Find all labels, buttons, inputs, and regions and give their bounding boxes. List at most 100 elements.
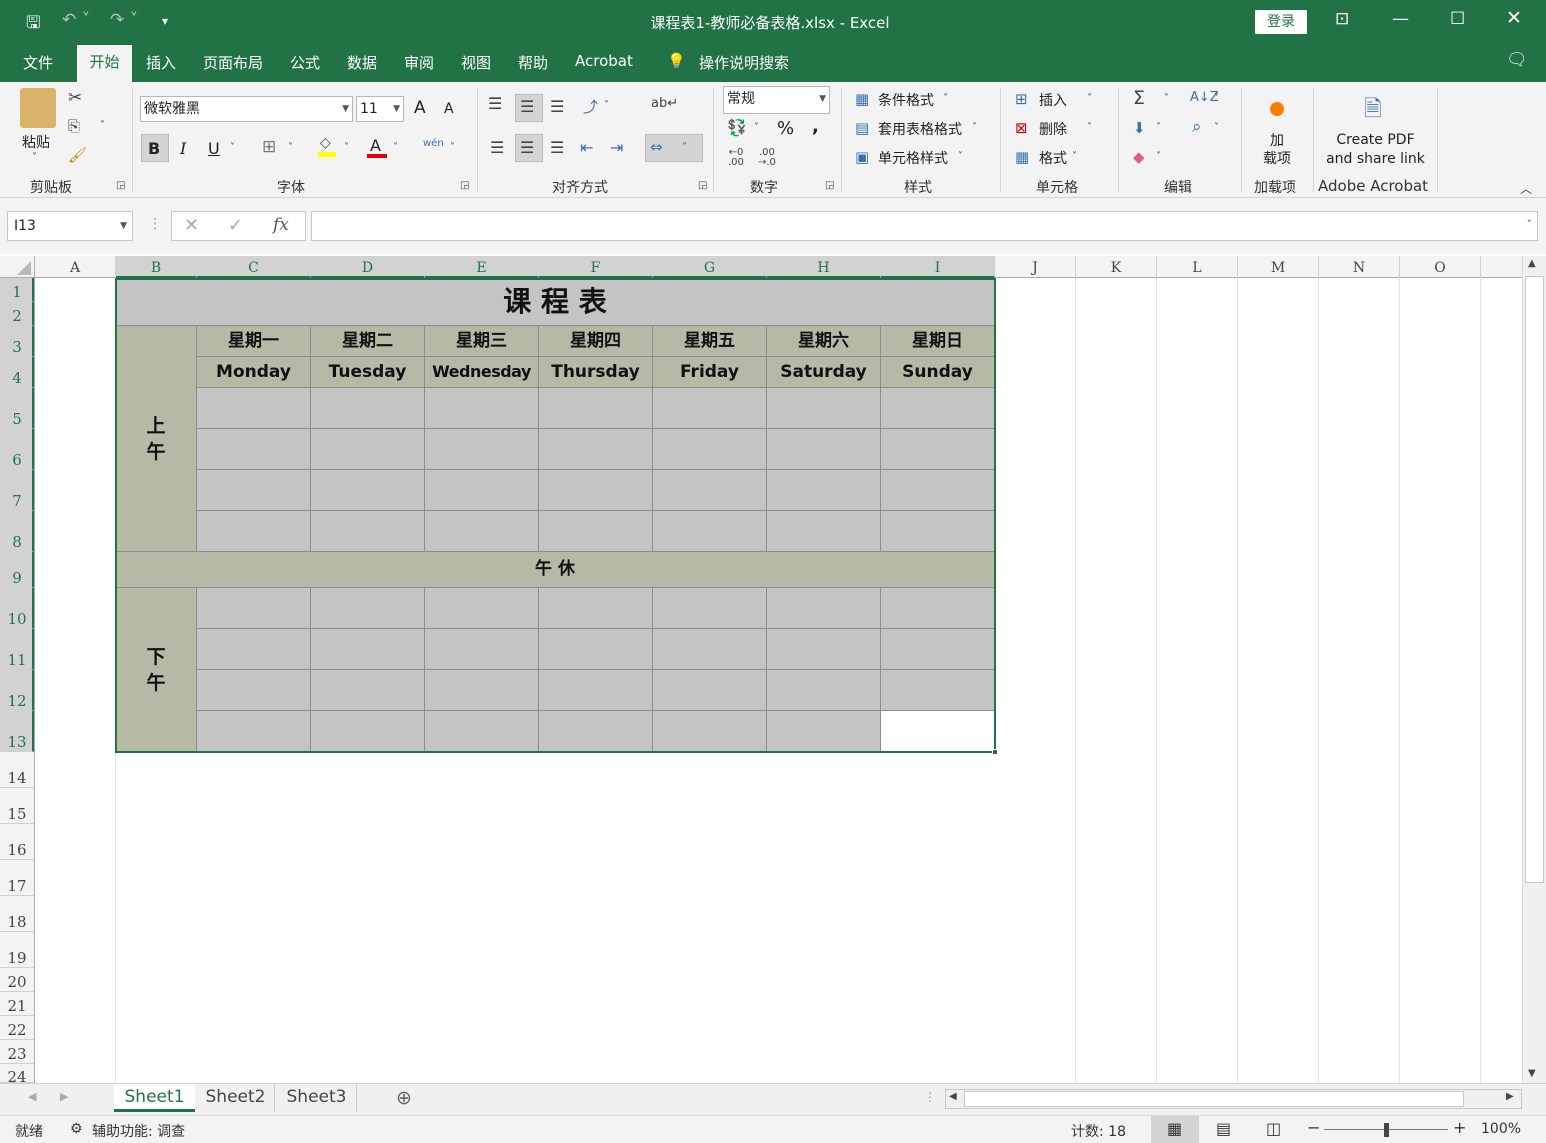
schedule-slot[interactable]: [425, 511, 539, 552]
normal-view-button[interactable]: ▦: [1151, 1116, 1199, 1143]
delete-cells-button[interactable]: 删除: [1039, 119, 1067, 139]
percent-icon[interactable]: %: [777, 118, 794, 139]
column-header-m[interactable]: M: [1238, 256, 1319, 278]
tell-me-search[interactable]: 操作说明搜索: [699, 52, 789, 73]
find-dropdown-icon[interactable]: ˅: [1214, 122, 1219, 133]
schedule-slot[interactable]: [539, 470, 653, 511]
zoom-slider-thumb[interactable]: [1384, 1123, 1389, 1137]
minimize-icon[interactable]: —: [1392, 9, 1409, 29]
column-header-l[interactable]: L: [1157, 256, 1238, 278]
schedule-slot[interactable]: [653, 588, 767, 629]
scroll-up-icon[interactable]: ▲: [1528, 258, 1536, 269]
format-painter-icon[interactable]: 🖌: [68, 146, 87, 164]
fill-icon[interactable]: ⬇: [1133, 119, 1146, 137]
number-launcher-icon[interactable]: ◲: [825, 180, 834, 191]
day-header-en[interactable]: Saturday: [767, 357, 881, 388]
schedule-slot[interactable]: [197, 429, 311, 470]
schedule-slot[interactable]: [197, 588, 311, 629]
format-cells-icon[interactable]: ▦: [1015, 148, 1029, 166]
accounting-dropdown-icon[interactable]: ˅: [754, 122, 759, 133]
sheet-tab-sheet1[interactable]: Sheet1: [114, 1084, 195, 1112]
next-sheet-icon[interactable]: ▶: [60, 1090, 68, 1103]
schedule-slot[interactable]: [197, 470, 311, 511]
row-header[interactable]: 14: [0, 752, 34, 788]
row-header[interactable]: 17: [0, 860, 34, 896]
schedule-slot[interactable]: [197, 711, 311, 752]
row-header[interactable]: 2: [0, 302, 34, 326]
increase-decimal-icon[interactable]: ←0.00: [728, 148, 744, 168]
column-header-f[interactable]: F: [539, 256, 653, 278]
schedule-slot[interactable]: [539, 588, 653, 629]
row-header[interactable]: 11: [0, 629, 34, 670]
row-header[interactable]: 10: [0, 588, 34, 629]
create-pdf-line1[interactable]: Create PDF: [1318, 132, 1433, 148]
tab-insert[interactable]: 插入: [146, 52, 176, 73]
vertical-scrollbar[interactable]: ▲ ▼: [1522, 256, 1546, 1083]
zoom-out-icon[interactable]: −: [1307, 1118, 1320, 1137]
phonetic-icon[interactable]: wén: [423, 138, 444, 149]
row-header[interactable]: 6: [0, 429, 34, 470]
accessibility-status[interactable]: 辅助功能: 调查: [92, 1121, 185, 1141]
sheet-tab-sheet3[interactable]: Sheet3: [277, 1084, 357, 1112]
schedule-slot[interactable]: [881, 711, 995, 752]
row-header[interactable]: 9: [0, 552, 34, 588]
clipboard-launcher-icon[interactable]: ◲: [116, 180, 125, 191]
column-header-g[interactable]: G: [653, 256, 767, 278]
schedule-slot[interactable]: [653, 511, 767, 552]
select-all-button[interactable]: [0, 256, 35, 278]
decrease-indent-icon[interactable]: ⇤: [580, 138, 593, 157]
schedule-slot[interactable]: [539, 388, 653, 429]
schedule-slot[interactable]: [653, 629, 767, 670]
copy-dropdown-icon[interactable]: ˅: [100, 120, 105, 131]
schedule-slot[interactable]: [539, 711, 653, 752]
conditional-format-icon[interactable]: ▦: [855, 90, 869, 108]
schedule-title[interactable]: 课 程 表: [116, 278, 995, 326]
undo-icon[interactable]: ↶ ˅: [62, 10, 90, 30]
schedule-slot[interactable]: [881, 588, 995, 629]
schedule-slot[interactable]: [767, 711, 881, 752]
row-header[interactable]: 15: [0, 788, 34, 824]
delete-cells-icon[interactable]: ⊠: [1015, 119, 1028, 137]
font-color-button[interactable]: A: [367, 136, 387, 158]
schedule-slot[interactable]: [767, 511, 881, 552]
schedule-slot[interactable]: [197, 511, 311, 552]
tab-help[interactable]: 帮助: [518, 52, 548, 73]
schedule-slot[interactable]: [539, 670, 653, 711]
schedule-slot[interactable]: [197, 629, 311, 670]
schedule-slot[interactable]: [767, 470, 881, 511]
schedule-slot[interactable]: [311, 511, 425, 552]
align-right-icon[interactable]: ☰: [550, 138, 564, 157]
schedule-slot[interactable]: [653, 711, 767, 752]
comma-icon[interactable]: ,: [812, 116, 819, 137]
collapse-ribbon-icon[interactable]: ︿: [1520, 180, 1532, 197]
day-header-en[interactable]: Thursday: [539, 357, 653, 388]
column-header-n[interactable]: N: [1319, 256, 1400, 278]
schedule-slot[interactable]: [311, 470, 425, 511]
insert-function-icon[interactable]: fx: [273, 215, 289, 235]
tab-file[interactable]: 文件: [23, 52, 53, 73]
alignment-launcher-icon[interactable]: ◲: [698, 180, 707, 191]
schedule-slot[interactable]: [881, 670, 995, 711]
tab-acrobat[interactable]: Acrobat: [575, 52, 633, 70]
column-header-o[interactable]: O: [1400, 256, 1481, 278]
column-header-b[interactable]: B: [116, 256, 197, 278]
paste-dropdown-icon[interactable]: ˅: [32, 152, 37, 163]
cell-styles-icon[interactable]: ▣: [855, 148, 869, 166]
column-header-c[interactable]: C: [197, 256, 311, 278]
schedule-slot[interactable]: [653, 388, 767, 429]
tab-page-layout[interactable]: 页面布局: [203, 52, 263, 73]
font-size-combo[interactable]: 11 ▼: [356, 96, 404, 122]
schedule-slot[interactable]: [653, 470, 767, 511]
row-header[interactable]: 4: [0, 357, 34, 388]
scroll-left-icon[interactable]: ◀: [949, 1091, 957, 1102]
morning-label[interactable]: 上 午: [116, 326, 197, 552]
row-header[interactable]: 22: [0, 1016, 34, 1040]
redo-icon[interactable]: ↷ ˅: [110, 10, 138, 30]
schedule-slot[interactable]: [539, 629, 653, 670]
save-icon[interactable]: 🖫: [26, 10, 40, 39]
format-cells-button[interactable]: 格式: [1039, 148, 1067, 168]
tab-home[interactable]: 开始: [77, 45, 132, 82]
noon-break-label[interactable]: 午 休: [116, 552, 995, 588]
schedule-slot[interactable]: [881, 429, 995, 470]
day-header-en[interactable]: Monday: [197, 357, 311, 388]
